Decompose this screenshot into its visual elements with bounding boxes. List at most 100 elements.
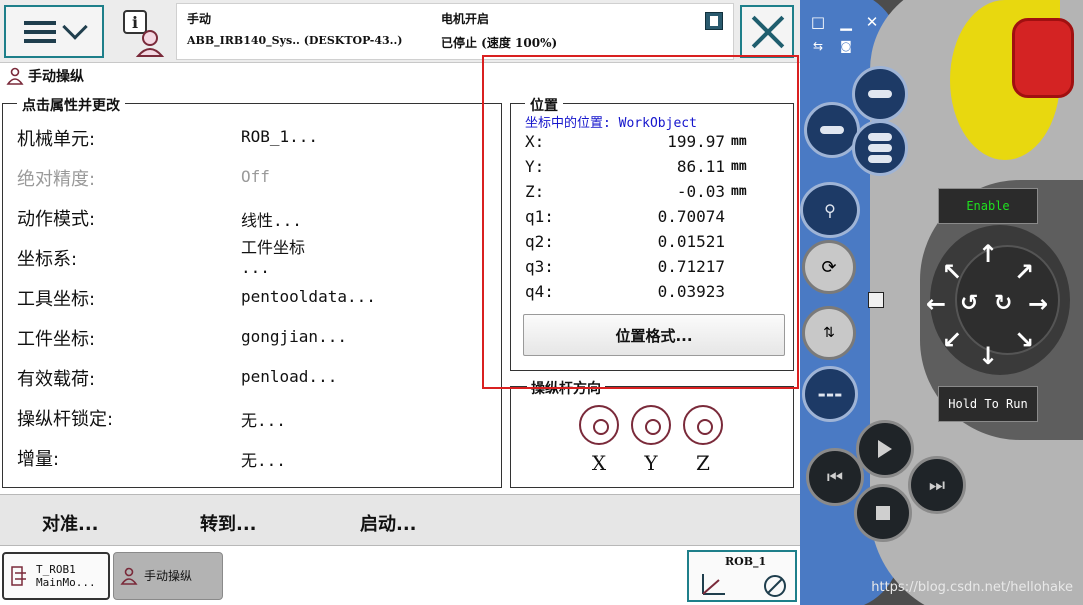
step-forward-button[interactable]: ⏭: [908, 456, 966, 514]
position-name: Z:: [525, 182, 545, 201]
reorient-icon: ⟳: [821, 256, 837, 278]
camera-icon[interactable]: ◙: [836, 36, 856, 56]
arrow-down-icon: ↓: [978, 342, 999, 370]
arrow-up-right-icon: ↗: [1014, 258, 1035, 286]
chevron-down-icon: [62, 13, 88, 40]
stop-program-button[interactable]: [854, 484, 912, 542]
property-row-mechanical-unit[interactable]: 机械单元: ROB_1...: [3, 116, 501, 156]
flexpendant-screen: i 手动 ABB_IRB140_Sys.. (DESKTOP-43..) 电机开…: [0, 0, 800, 605]
taskbar-item-production[interactable]: T_ROB1 MainMo...: [2, 552, 110, 600]
toggle-motion-mode-button[interactable]: ⟳: [802, 240, 856, 294]
goto-button[interactable]: 转到...: [200, 510, 257, 536]
property-value: 线性...: [241, 211, 302, 230]
arrow-up-left-icon: ↖: [942, 258, 963, 286]
property-value: 无...: [241, 411, 286, 430]
position-unit: mm: [731, 159, 747, 174]
position-value: 0.01521: [657, 232, 725, 251]
position-name: q1:: [525, 207, 554, 226]
position-value: 0.71217: [657, 257, 725, 276]
virtual-flexpendant: □ ▁ ✕ ⇆ ◙ ⚲ ⟳ ⇅ --- Enable Hold To Run ↑…: [800, 0, 1083, 605]
taskbar-item-jogging[interactable]: 手动操纵: [113, 552, 223, 600]
minimize-window-icon[interactable]: ▁: [836, 12, 856, 32]
properties-legend: 点击属性并更改: [17, 95, 125, 115]
task-name: T_ROB1: [36, 563, 76, 576]
hw-button-4[interactable]: ---: [802, 366, 858, 422]
position-row-x: X: 199.97 mm: [525, 130, 765, 155]
property-label: 有效载荷:: [17, 369, 96, 390]
menu-icon: [24, 20, 56, 43]
property-row-motion-mode[interactable]: 动作模式: 线性...: [3, 196, 501, 236]
joystick-z-icon: [683, 405, 723, 445]
joystick-axis-y: Y: [629, 405, 673, 475]
status-panel[interactable]: 手动 ABB_IRB140_Sys.. (DESKTOP-43..) 电机开启 …: [176, 3, 734, 60]
restore-window-icon[interactable]: □: [808, 12, 828, 32]
close-window-icon[interactable]: ✕: [862, 12, 882, 32]
start-button[interactable]: 启动...: [360, 510, 417, 536]
arrow-up-icon: ↑: [978, 240, 999, 268]
enable-button[interactable]: Enable: [938, 188, 1038, 224]
joystick-y-icon: [631, 405, 671, 445]
taskbar-item-label: 手动操纵: [144, 568, 193, 583]
rotate-cw-icon: ↻: [994, 291, 1013, 316]
property-label: 增量:: [17, 449, 60, 470]
operating-mode: 手动: [187, 12, 212, 26]
status-flag-icon: [705, 12, 723, 30]
property-label: 操纵杆锁定:: [17, 409, 114, 430]
select-mechanical-unit-button[interactable]: ⚲: [800, 182, 860, 238]
position-caption: 坐标中的位置: WorkObject: [525, 116, 697, 131]
program-icon: [11, 566, 26, 586]
watermark: https://blog.csdn.net/hellohake: [871, 580, 1073, 595]
joystick-axis-z: Z: [681, 405, 725, 475]
swap-icon[interactable]: ⇆: [808, 36, 828, 56]
motor-state: 电机开启: [441, 12, 490, 26]
step-backward-button[interactable]: ⏮: [806, 448, 864, 506]
hold-to-run-button[interactable]: Hold To Run: [938, 386, 1038, 422]
toggle-increment-button[interactable]: ⇅: [802, 306, 856, 360]
close-button[interactable]: [740, 5, 794, 58]
property-value-line1: 工件坐标: [241, 238, 306, 257]
position-row-q3: q3: 0.71217: [525, 255, 765, 280]
step-forward-icon: ⏭: [928, 474, 946, 496]
align-button[interactable]: 对准...: [42, 510, 99, 536]
task-module: MainMo...: [36, 576, 96, 589]
position-value: 199.97: [667, 132, 725, 151]
rotate-ccw-icon: ↺: [960, 291, 979, 316]
start-program-button[interactable]: [856, 420, 914, 478]
svg-text:i: i: [132, 13, 138, 32]
taskbar: T_ROB1 MainMo... 手动操纵 ROB_1: [0, 546, 800, 605]
stop-icon: [876, 506, 890, 520]
hw-button-3[interactable]: [852, 120, 908, 176]
arrow-right-icon: →: [1028, 290, 1049, 318]
joystick-direction-group: 操纵杆方向 X Y Z: [510, 378, 794, 488]
property-value: 无...: [241, 451, 286, 470]
property-row-joystick-lock[interactable]: 操纵杆锁定: 无...: [3, 396, 501, 436]
property-label: 动作模式:: [17, 209, 96, 230]
abb-menu-button[interactable]: [4, 5, 104, 58]
position-name: q3:: [525, 257, 554, 276]
event-log-icon[interactable]: i: [118, 8, 168, 58]
position-value: -0.03: [676, 182, 725, 201]
play-icon: [878, 440, 892, 458]
property-row-increment[interactable]: 增量: 无...: [3, 436, 501, 476]
usb-port-icon: [868, 292, 884, 308]
property-row-work-object[interactable]: 工件坐标: gongjian...: [3, 316, 501, 356]
position-group: 位置 坐标中的位置: WorkObject X: 199.97 mm Y: 86…: [510, 95, 794, 371]
position-unit: mm: [731, 184, 747, 199]
property-value: Off: [241, 167, 270, 186]
emergency-stop-button[interactable]: [1012, 18, 1074, 98]
position-value: 86.11: [676, 157, 725, 176]
property-row-payload[interactable]: 有效载荷: penload...: [3, 356, 501, 396]
property-row-tool[interactable]: 工具坐标: pentooldata...: [3, 276, 501, 316]
property-label: 坐标系:: [17, 249, 78, 270]
quickset-button[interactable]: ROB_1: [687, 550, 797, 602]
position-row-q1: q1: 0.70074: [525, 205, 765, 230]
arrow-left-icon: ←: [926, 290, 947, 318]
hw-button-1[interactable]: [852, 66, 908, 122]
properties-group: 点击属性并更改 机械单元: ROB_1... 绝对精度: Off 动作模式: 线…: [2, 95, 502, 488]
three-lines-icon: [868, 133, 892, 163]
position-row-z: Z: -0.03 mm: [525, 180, 765, 205]
position-name: q2:: [525, 232, 554, 251]
position-value: 0.70074: [657, 207, 725, 226]
position-format-button[interactable]: 位置格式...: [523, 314, 785, 356]
property-row-coordinate-system[interactable]: 坐标系: 工件坐标 ...: [3, 236, 501, 277]
